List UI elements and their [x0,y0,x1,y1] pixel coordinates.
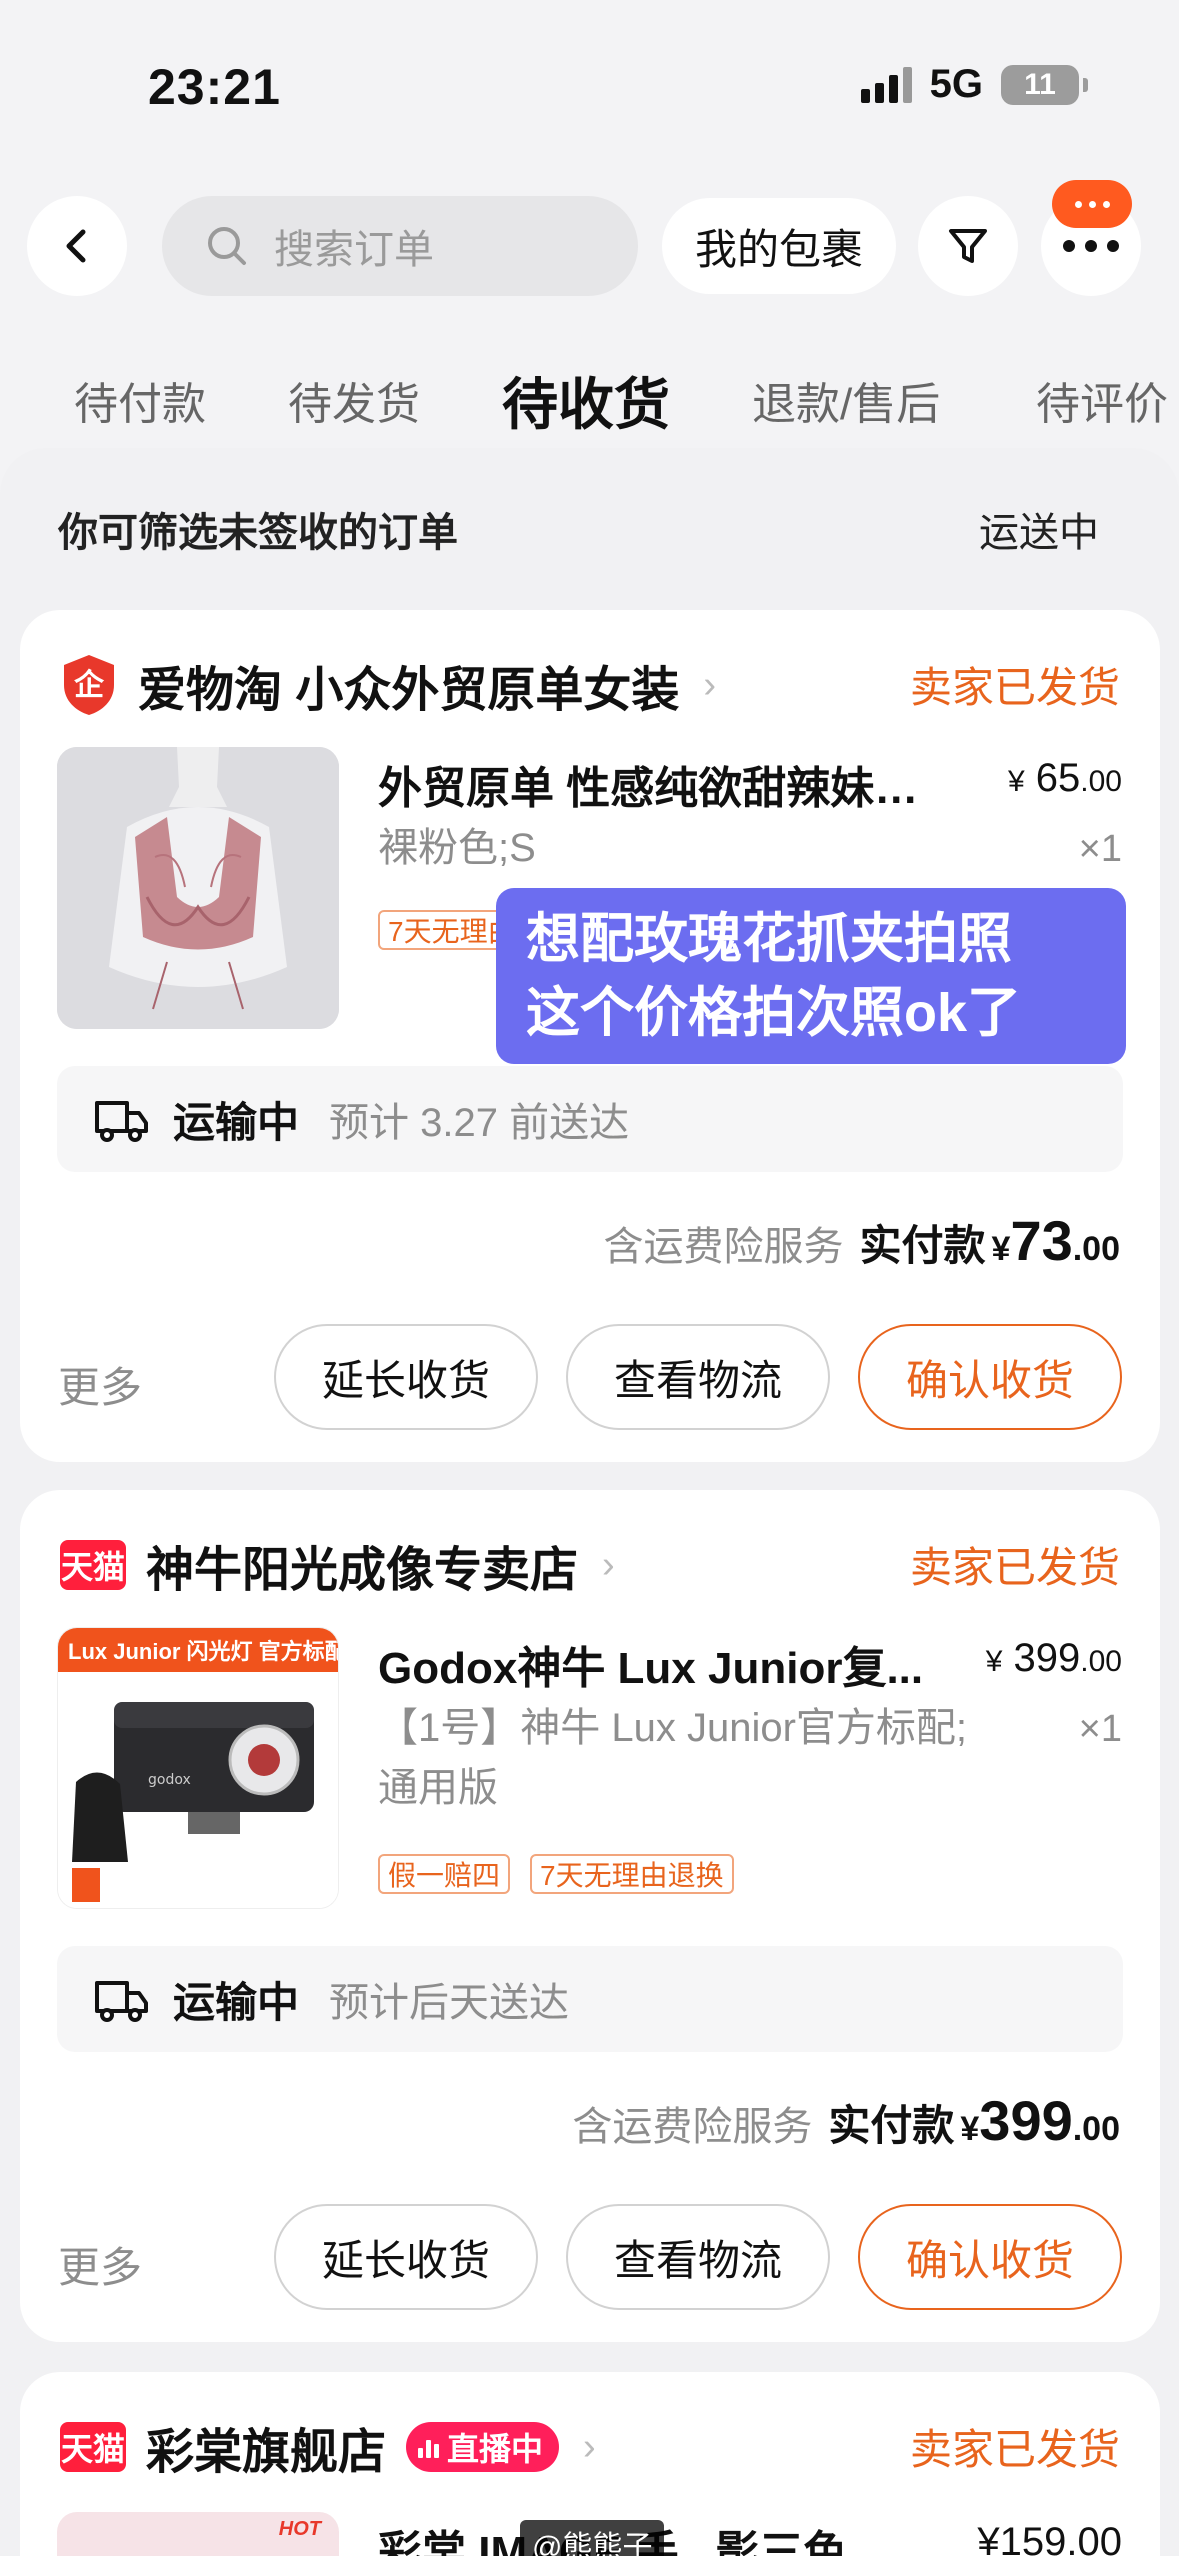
live-bars-icon [418,2436,440,2458]
product-price: ¥ 65.00 [1007,756,1122,800]
more-dots-icon [1063,240,1119,252]
shipping-info[interactable]: 运输中 预计 3.27 前送达 [57,1066,1123,1172]
product-spec: 裸粉色;S [378,826,536,870]
shipping-eta: 预计后天送达 [329,1981,570,2025]
truck-icon [95,1101,148,1142]
network-label: 5G [929,62,983,106]
product-spec: 【1号】神牛 Lux Junior官方标配;通用版 [378,1706,968,1810]
more-actions-link[interactable]: 更多 [58,1354,142,1415]
search-placeholder: 搜索订单 [274,228,434,272]
tab-pending-shipment[interactable]: 待发货 [288,368,420,432]
extend-receipt-button[interactable]: 延长收货 [274,1324,538,1430]
tab-pending-payment[interactable]: 待付款 [74,368,206,432]
product-quantity: ×1 [1078,828,1122,870]
my-packages-button[interactable]: 我的包裹 [662,198,896,294]
tab-pending-receipt[interactable]: 待收货 [502,360,670,441]
product-image[interactable]: Lux Junior 闪光灯 官方标配 godox [57,1627,339,1909]
product-quantity: ×1 [1078,1708,1122,1750]
filter-button[interactable] [918,196,1018,296]
order-tabs: 待付款 待发货 待收货 退款/售后 待评价 [0,360,1179,440]
chevron-right-icon: › [703,663,716,706]
shop-link[interactable]: 天猫 神牛阳光成像专卖店 › [60,1530,615,1600]
status-indicators: 5G 11 [860,62,1088,107]
product-image[interactable] [57,747,339,1029]
confirm-receipt-button[interactable]: 确认收货 [858,1324,1122,1430]
back-button[interactable] [27,196,127,296]
tab-refund[interactable]: 退款/售后 [752,368,940,432]
order-status: 卖家已发货 [909,1544,1120,1591]
shipping-status: 运输中 [173,1098,300,1146]
chevron-left-icon [66,229,86,263]
order-status: 卖家已发货 [909,2426,1120,2473]
product-title[interactable]: Godox神牛 Lux Junior复... [378,1632,938,1696]
shop-name: 神牛阳光成像专卖店 [146,1544,579,1597]
paid-currency: ¥ [991,1230,1011,1268]
payment-summary: 含运费险服务 实付款 ¥ 399 .00 [572,2088,1120,2153]
paid-label: 实付款 [859,1222,986,1269]
shop-name: 爱物淘 小众外贸原单女装 [138,664,680,717]
more-actions-link[interactable]: 更多 [58,2234,142,2295]
live-badge[interactable]: 直播中 [406,2422,560,2472]
thumb-hot-label: HOT [278,2518,321,2540]
paid-amount: 73 [1010,1209,1073,1272]
in-transit-filter[interactable]: 运送中 [979,500,1099,558]
extend-receipt-button[interactable]: 延长收货 [274,2204,538,2310]
shop-shield-icon: 企 [64,655,114,715]
thumb-banner: Lux Junior 闪光灯 官方标配 [58,1628,338,1672]
caption-line-2: 这个价格拍次照ok了 [526,983,1022,1043]
service-tag: 假一赔四 [378,1854,511,1894]
shipping-eta: 预计 3.27 前送达 [329,1101,630,1145]
status-time: 23:21 [148,59,281,115]
paid-amount: 399 [979,2089,1073,2152]
shop-link[interactable]: 天猫 彩棠旗舰店 直播中 › [60,2412,596,2482]
flash-unit-image: godox [58,1672,338,1908]
svg-text:企: 企 [74,668,105,703]
shipping-info[interactable]: 运输中 预计后天送达 [57,1946,1123,2052]
tab-pending-review[interactable]: 待评价 [1036,368,1168,432]
product-price: ¥ 399.00 [985,1636,1122,1680]
product-title[interactable]: 外贸原单 性感纯欲甜辣妹碎... [378,752,948,816]
order-status: 卖家已发货 [909,664,1120,711]
paid-decimals: .00 [1072,1230,1120,1268]
view-logistics-button[interactable]: 查看物流 [566,1324,830,1430]
paid-label: 实付款 [828,2102,955,2149]
battery-icon: 11 [1001,64,1088,105]
lingerie-image [57,747,339,1029]
service-tag: 7天无理由退换 [530,1854,734,1894]
shop-name: 彩棠旗舰店 [146,2426,387,2479]
message-badge-icon[interactable] [1052,180,1132,228]
search-icon [208,227,246,265]
truck-icon [95,1981,148,2022]
tmall-badge-icon: 天猫 [60,2422,126,2472]
filter-hint: 你可筛选未签收的订单 [58,511,458,555]
filter-icon [949,229,987,263]
shipping-status: 运输中 [173,1978,300,2026]
chevron-right-icon: › [602,1543,615,1586]
paid-decimals: .00 [1072,2110,1120,2148]
tmall-badge-icon: 天猫 [60,1540,126,1590]
live-label: 直播中 [447,2431,544,2467]
chevron-right-icon: › [583,2425,596,2468]
confirm-receipt-button[interactable]: 确认收货 [858,2204,1122,2310]
caption-overlay: 想配玫瑰花抓夹拍照 这个价格拍次照ok了 [496,888,1126,1064]
order-card: 天猫 神牛阳光成像专卖店 › 卖家已发货 Lux Junior 闪光灯 官方标配… [20,1490,1160,2342]
product-image[interactable]: HOT [57,2512,339,2556]
caption-line-1: 想配玫瑰花抓夹拍照 [526,909,1012,969]
watermark: @熊熊子 [520,2520,665,2556]
search-input[interactable]: 搜索订单 [162,196,638,296]
signal-icon [860,66,912,103]
payment-summary: 含运费险服务 实付款 ¥ 73 .00 [604,1208,1121,1273]
view-logistics-button[interactable]: 查看物流 [566,2204,830,2310]
paid-currency: ¥ [960,2110,980,2148]
product-price: ¥159.00 [977,2520,1122,2556]
battery-level: 11 [1024,67,1056,101]
shop-link[interactable]: 企 爱物淘 小众外贸原单女装 › [60,650,716,720]
insurance-note: 含运费险服务 [572,2105,813,2149]
insurance-note: 含运费险服务 [603,1225,844,1269]
brand-text: godox [148,1772,191,1788]
